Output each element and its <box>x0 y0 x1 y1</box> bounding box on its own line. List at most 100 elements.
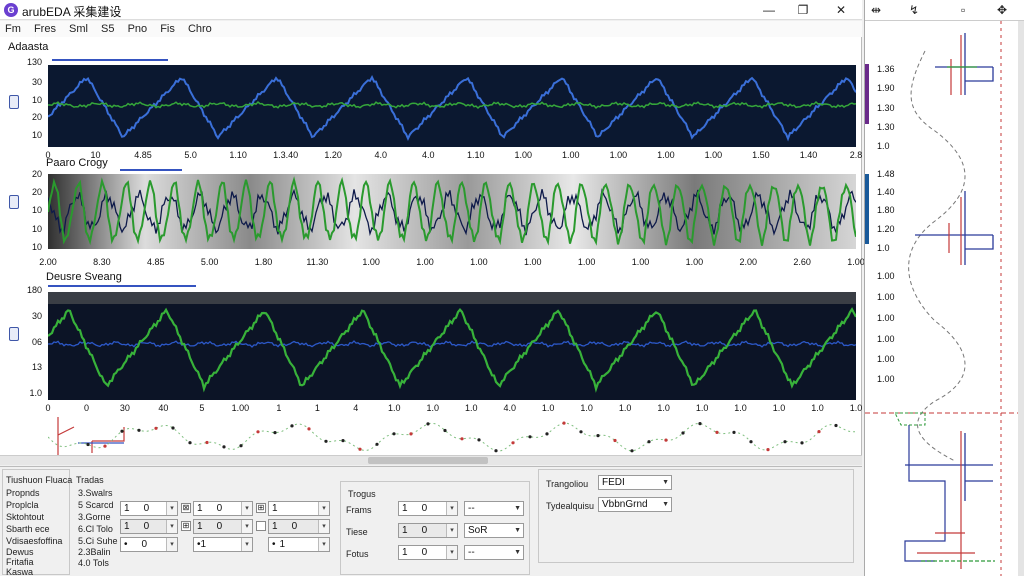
trogus-combo[interactable]: -- ▼ <box>464 501 524 516</box>
panel-3-header-line <box>48 285 196 287</box>
horizontal-scrollbar[interactable] <box>0 455 862 465</box>
tradas-value: 3.Swalrs <box>78 488 113 498</box>
trogus-combo[interactable]: -- ▼ <box>464 545 524 560</box>
x-tick-label: 5.00 <box>200 257 219 267</box>
scatter-point <box>562 421 566 425</box>
x-tick-label: 1.00 <box>362 257 380 267</box>
x-tick-label: 1.0 <box>811 403 824 413</box>
menu-item-pno[interactable]: Pno <box>123 21 153 37</box>
param-checkbox[interactable]: ⊠ <box>181 503 191 513</box>
panel-3-ytick: 1.0 <box>29 388 42 398</box>
scatter-point <box>647 440 651 444</box>
fit-icon[interactable]: ⇹ <box>871 3 881 17</box>
trogus-combo[interactable]: SoR ▼ <box>464 523 524 538</box>
param-spinner[interactable]: 1 0 ▾ <box>193 519 253 534</box>
right-cross-top <box>935 33 994 95</box>
display-combo[interactable]: FEDI ▼ <box>598 475 672 490</box>
param-spinner[interactable]: 1 ▾ <box>268 501 330 516</box>
panel-3-background <box>48 292 856 400</box>
x-tick-label: 1.3.40 <box>273 150 299 160</box>
scatter-point <box>154 426 158 430</box>
display-row-label: Tydealquisu <box>546 501 595 511</box>
menu-item-fis[interactable]: Fis <box>155 21 180 37</box>
minimize-button[interactable]: — <box>758 2 780 18</box>
window-icon[interactable]: ▫ <box>961 3 965 17</box>
trogus-row-label: Tiese <box>346 527 368 537</box>
param-spinner[interactable]: •1▾ <box>268 537 330 552</box>
param-spinner[interactable]: 1 0 ▾ <box>120 519 178 534</box>
x-tick-label: 1.00 <box>685 257 704 267</box>
trogus-spinner[interactable]: 1 0 ▾ <box>398 501 458 516</box>
param-spinner[interactable]: 1 0 ▾ <box>193 501 253 516</box>
close-button[interactable]: ✕ <box>830 2 852 18</box>
tradas-value: 6.Cl Tolo <box>78 524 113 534</box>
x-tick-label: 1.0 <box>464 403 478 413</box>
x-tick-label: 5.0 <box>184 150 197 160</box>
menu-item-s5[interactable]: S5 <box>96 21 119 37</box>
maximize-button[interactable]: ❐ <box>792 2 814 18</box>
panel-3-chart <box>48 292 856 400</box>
plot-area: Adaasta 130 30 10 20 10 0 10 4.85 5.0 1.10 1.… <box>0 37 865 455</box>
scatter-point <box>171 426 175 430</box>
right-diagram <box>865 21 1024 576</box>
x-tick-label: 1.00 <box>704 150 723 160</box>
scatter-point <box>290 424 294 428</box>
right-scrollbar[interactable] <box>1018 21 1024 576</box>
scatter-point <box>392 432 396 436</box>
scatter-point <box>783 440 787 444</box>
panel-3-ytick: 30 <box>31 311 42 321</box>
prop-label: Vdisaesfoffina <box>6 536 63 546</box>
pin-icon[interactable]: ↯ <box>909 3 919 17</box>
menu-item-fres[interactable]: Fres <box>29 21 61 37</box>
param-spinner[interactable]: 1 0 ▾ <box>120 501 178 516</box>
scatter-point <box>596 434 600 438</box>
x-tick-label: 1.0 <box>580 403 593 413</box>
param-checkbox[interactable]: ⊞ <box>256 503 266 513</box>
param-spinner[interactable]: 1 0 ▾ <box>268 519 330 534</box>
control-panel: Tiushuon Fluaca Propnds Proplcla Sktohto… <box>0 466 862 576</box>
trogus-spinner[interactable]: 1 0 ▾ <box>398 545 458 560</box>
right-panel: ⇹ ↯ ▫ ✥ 1.36 1.90 1.30 1.30 1.0 1.48 1.4… <box>864 0 1024 576</box>
scatter-point <box>86 442 90 447</box>
scatter-point <box>120 429 124 433</box>
scatter-point <box>477 438 481 442</box>
display-combo[interactable]: VbbnGrnd ▼ <box>598 497 672 512</box>
panel-2-title: Paaro Crogy <box>46 157 108 169</box>
scatter-point <box>732 430 736 434</box>
scatter-point <box>443 428 447 433</box>
prop-label: Tiushuon Fluaca <box>6 475 73 485</box>
prop-label: Proplcla <box>6 500 39 510</box>
scatter-point <box>239 444 243 448</box>
param-spinner[interactable]: •1▾ <box>193 537 253 552</box>
menu-item-sml[interactable]: Sml <box>64 21 93 37</box>
x-tick-label: 1.00 <box>562 150 580 160</box>
prop-label: Sktohtout <box>6 512 45 522</box>
menu-item-chro[interactable]: Chro <box>183 21 217 37</box>
param-checkbox[interactable]: ⊞ <box>181 521 191 531</box>
panel-1-ytick: 10 <box>31 130 42 140</box>
scatter-point <box>341 439 345 443</box>
x-tick-label: 1.50 <box>752 150 770 160</box>
scrollbar-thumb[interactable] <box>368 457 488 464</box>
trogus-spinner[interactable]: 1 0 ▾ <box>398 523 458 538</box>
menu-bar: Fm Fres Sml S5 Pno Fis Chro <box>0 21 862 37</box>
param-checkbox[interactable] <box>256 521 266 531</box>
panel-2-x-axis: 2.00 8.30 4.85 5.00 1.80 11.30 1.00 1.00 1.00 1.0… <box>39 257 865 269</box>
scatter-point <box>205 440 209 445</box>
move-icon[interactable]: ✥ <box>997 3 1007 17</box>
menu-item-fm[interactable]: Fm <box>0 21 26 37</box>
panel-2-ytick: 20 <box>31 169 42 179</box>
param-spinner[interactable]: • 0 ▾ <box>120 537 178 552</box>
scatter-point <box>613 438 617 443</box>
trogus-header: Trogus <box>348 489 376 499</box>
scatter-point <box>375 442 379 446</box>
display-row-label: Trangoliou <box>546 479 589 489</box>
scatter-point <box>681 431 685 435</box>
panel-1-ytick: 30 <box>31 77 42 87</box>
x-tick-label: 1.00 <box>524 257 542 267</box>
scatter-point <box>222 445 226 449</box>
panel-2-ytick: 10 <box>31 224 42 234</box>
panel-1-title: Adaasta <box>8 41 49 53</box>
scatter-point <box>426 422 430 426</box>
panel-1-header-line <box>52 59 168 61</box>
